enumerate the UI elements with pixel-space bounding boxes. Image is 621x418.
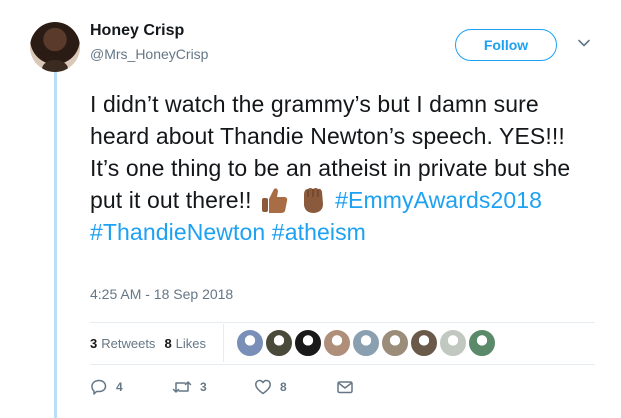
tweet-timestamp[interactable]: 4:25 AM - 18 Sep 2018: [90, 286, 233, 302]
stats-separator: [223, 324, 225, 362]
reply-action[interactable]: 4: [90, 378, 172, 396]
likes-stat[interactable]: 8 Likes: [164, 336, 206, 351]
user-handle[interactable]: @Mrs_HoneyCrisp: [90, 46, 208, 62]
thread-line: [54, 72, 57, 418]
liker-avatars: [236, 329, 497, 357]
liker-avatar[interactable]: [294, 329, 323, 357]
hashtag-link[interactable]: #ThandieNewton: [90, 219, 265, 245]
avatar[interactable]: [30, 22, 80, 72]
liker-avatar[interactable]: [410, 329, 439, 357]
engagement-stats: 3 Retweets 8 Likes: [90, 323, 497, 363]
tweet-actions: 4 3 8: [90, 378, 418, 396]
retweets-stat[interactable]: 3 Retweets: [90, 336, 155, 351]
raised-fist-icon: [303, 188, 323, 213]
likes-label: Likes: [175, 335, 207, 351]
liker-avatar[interactable]: [265, 329, 294, 357]
retweet-icon: [172, 381, 192, 393]
display-name[interactable]: Honey Crisp: [90, 22, 184, 40]
liker-avatar[interactable]: [381, 329, 410, 357]
hashtag-link[interactable]: #EmmyAwards2018: [335, 187, 542, 213]
follow-button[interactable]: Follow: [455, 29, 557, 61]
tweet-text: I didn’t watch the grammy’s but I damn s…: [90, 88, 600, 248]
retweet-action[interactable]: 3: [172, 378, 254, 396]
envelope-icon: [337, 381, 353, 394]
reply-count: 4: [116, 380, 123, 394]
reply-icon: [91, 379, 107, 395]
liker-avatar[interactable]: [236, 329, 265, 357]
likes-count: 8: [164, 335, 172, 351]
retweet-count: 3: [200, 380, 207, 394]
liker-avatar[interactable]: [468, 329, 497, 357]
chevron-down-icon[interactable]: [577, 36, 591, 50]
like-action[interactable]: 8: [254, 378, 336, 396]
liker-avatar[interactable]: [352, 329, 381, 357]
like-count: 8: [280, 380, 287, 394]
retweets-count: 3: [90, 335, 98, 351]
heart-icon: [255, 379, 271, 395]
thumbs-up-icon: [262, 188, 288, 213]
divider: [90, 364, 595, 365]
hashtag-link[interactable]: #atheism: [272, 219, 366, 245]
liker-avatar[interactable]: [323, 329, 352, 357]
liker-avatar[interactable]: [439, 329, 468, 357]
retweets-label: Retweets: [101, 335, 156, 351]
direct-message-action[interactable]: [336, 378, 418, 396]
